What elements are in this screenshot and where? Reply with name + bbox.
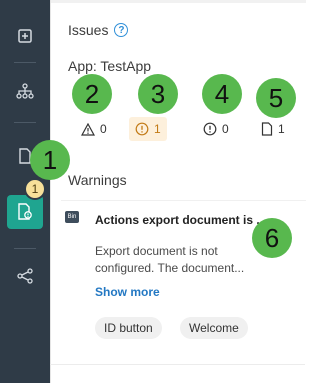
app-label: App: TestApp (68, 58, 152, 74)
issues-count-badge: 1 (24, 178, 46, 200)
exclamation-circle-icon (135, 122, 149, 136)
callout-3: 3 (138, 74, 178, 114)
rail-sitemap-button[interactable] (9, 75, 41, 107)
warning-card-body: Export document is not configured. The d… (95, 244, 245, 275)
panel-top-divider (51, 0, 306, 3)
rail-share-button[interactable] (9, 260, 41, 292)
warning-triangle-icon (81, 122, 95, 136)
tag-welcome[interactable]: Welcome (180, 317, 248, 339)
rail-divider (14, 62, 36, 63)
help-icon[interactable]: ? (114, 23, 129, 37)
warnings-section-title: Warnings (68, 172, 127, 188)
tag-id-button[interactable]: ID button (95, 317, 162, 339)
counter-info[interactable]: 0 (197, 117, 235, 141)
document-issues-icon (18, 203, 32, 220)
counter-value: 0 (100, 122, 107, 136)
info-circle-icon (203, 122, 217, 136)
callout-4: 4 (202, 74, 242, 114)
counter-warnings-circle[interactable]: 1 (129, 117, 167, 141)
panel-bottom-divider (50, 364, 305, 365)
rail-divider (14, 248, 36, 249)
issues-panel: Issues ? App: TestApp 0 1 0 1 Warnings B… (50, 0, 306, 383)
issues-header: Issues ? (68, 22, 129, 38)
issues-title: Issues (68, 22, 109, 38)
rail-divider (14, 122, 36, 123)
counter-documents[interactable]: 1 (255, 117, 291, 141)
share-icon (17, 268, 33, 284)
callout-6: 6 (252, 218, 292, 258)
document-icon (261, 122, 273, 136)
document-type-icon: Bin (65, 211, 79, 223)
rail-issues-button[interactable] (7, 195, 43, 229)
rail-add-page-button[interactable] (9, 20, 41, 52)
app-window: 1 Issues ? App: TestApp 0 1 0 1 Warnings… (0, 0, 306, 383)
sitemap-icon (16, 83, 34, 99)
left-rail: 1 (0, 0, 50, 383)
show-more-link[interactable]: Show more (95, 285, 160, 299)
counter-value: 1 (278, 122, 285, 136)
counter-value: 0 (222, 122, 229, 136)
callout-5: 5 (256, 78, 296, 118)
callout-2: 2 (72, 74, 112, 114)
add-page-icon (18, 29, 32, 43)
counter-value: 1 (154, 122, 161, 136)
callout-1: 1 (30, 140, 70, 180)
counter-warnings-triangle[interactable]: 0 (75, 117, 113, 141)
